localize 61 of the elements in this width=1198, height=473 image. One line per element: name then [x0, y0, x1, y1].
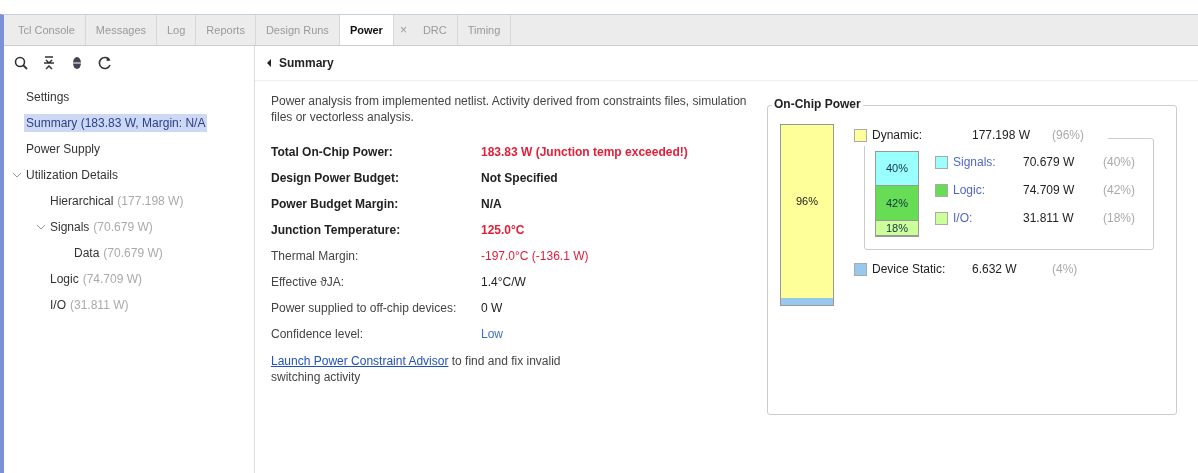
- property-value: 183.83 W (Junction temp exceeded!): [481, 145, 689, 159]
- tree-item[interactable]: Summary (183.83 W, Margin: N/A: [24, 114, 208, 132]
- percent-value: (42%): [1103, 183, 1136, 197]
- panel-title: On-Chip Power: [772, 97, 863, 111]
- advisor-text: Launch Power Constraint Advisor to find and fix invalid switching activity: [271, 353, 562, 385]
- legend-link[interactable]: Logic:: [953, 183, 1023, 197]
- intro-text: Power analysis from implemented netlist. Activity derived from constraints files, simulation files or vectorless analysis.: [271, 93, 748, 125]
- power-value: 31.811 W: [1023, 211, 1075, 225]
- property-value[interactable]: Low: [481, 327, 751, 341]
- legend-swatch: [854, 262, 867, 276]
- expand-caret-icon[interactable]: [36, 222, 46, 232]
- property-label: Total On-Chip Power:: [271, 145, 394, 159]
- property-label: Power supplied to off-chip devices:: [271, 301, 458, 315]
- tree-item[interactable]: Data (70.679 W): [72, 244, 165, 262]
- breadcrumb-title: Summary: [279, 56, 334, 70]
- back-arrow-icon[interactable]: [265, 58, 273, 68]
- property-label: Design Power Budget:: [271, 171, 400, 185]
- property-value: 0 W: [481, 301, 504, 315]
- tree-item[interactable]: Utilization Details: [24, 166, 121, 184]
- legend-link[interactable]: Signals:: [953, 155, 1023, 169]
- search-icon[interactable]: [14, 56, 28, 70]
- collapse-all-icon[interactable]: [42, 56, 56, 70]
- legend-swatch: [935, 155, 948, 169]
- tree-item[interactable]: Settings: [24, 88, 72, 106]
- percent-value: (4%): [1052, 262, 1079, 276]
- property-label: Thermal Margin:: [271, 249, 360, 263]
- tree-item[interactable]: Logic (74.709 W): [48, 270, 145, 288]
- property-value: N/A: [481, 197, 503, 211]
- breakdown-segment: 42%: [876, 185, 918, 221]
- breakdown-segment: 40%: [876, 152, 918, 186]
- legend-swatch: [854, 128, 867, 142]
- tree-item[interactable]: Hierarchical (177.198 W): [48, 192, 186, 210]
- property-label: Power Budget Margin:: [271, 197, 400, 211]
- power-value: 177.198 W: [972, 128, 1032, 142]
- percent-value: (18%): [1103, 211, 1136, 225]
- power-value: 74.709 W: [1023, 183, 1076, 197]
- advisor-link[interactable]: Launch Power Constraint Advisor: [271, 354, 449, 368]
- property-value: 125.0°C: [481, 223, 526, 237]
- legend-swatch: [935, 183, 948, 197]
- refresh-icon[interactable]: [98, 56, 112, 70]
- legend-link[interactable]: I/O:: [953, 211, 1023, 225]
- tab[interactable]: Power: [339, 15, 394, 45]
- legend-swatch: [935, 211, 948, 225]
- expand-caret-icon[interactable]: [12, 170, 22, 180]
- legend-label: Dynamic:: [872, 128, 923, 142]
- property-label: Confidence level:: [271, 327, 365, 341]
- property-value: Not Specified: [481, 171, 559, 185]
- dynamic-segment: 96%: [781, 125, 833, 298]
- tree-item[interactable]: I/O (31.811 W): [48, 296, 131, 314]
- expand-icon[interactable]: [70, 56, 84, 70]
- power-value: 6.632 W: [972, 262, 1018, 276]
- property-label: Effective ϑJA:: [271, 275, 346, 289]
- property-label: Junction Temperature:: [271, 223, 402, 237]
- property-value: -197.0°C (-136.1 W): [481, 249, 590, 263]
- property-value: 1.4°C/W: [481, 275, 527, 289]
- legend-label: Device Static:: [872, 262, 947, 276]
- percent-value: (40%): [1103, 155, 1136, 169]
- power-value: 70.679 W: [1023, 155, 1076, 169]
- tree-item[interactable]: Signals (70.679 W): [48, 218, 155, 236]
- percent-value: (96%): [1052, 128, 1085, 142]
- tree-item[interactable]: Power Supply: [24, 140, 103, 158]
